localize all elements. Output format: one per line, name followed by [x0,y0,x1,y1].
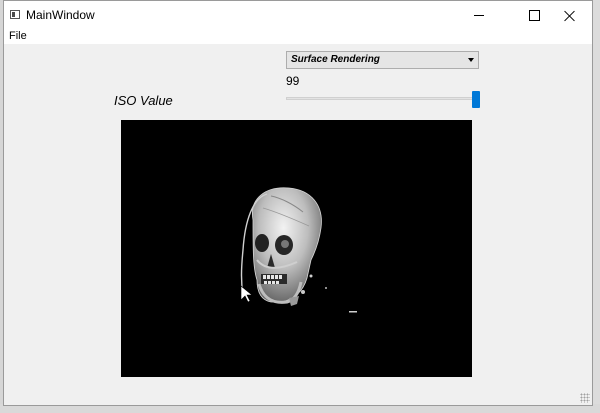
chevron-down-icon [468,58,474,62]
iso-slider[interactable] [286,91,480,108]
window-title: MainWindow [26,8,95,22]
maximize-icon [528,10,540,21]
menu-file[interactable]: File [9,30,27,42]
menu-bar: File [4,30,592,44]
iso-value-label: ISO Value [114,93,173,108]
minimize-icon [474,15,484,16]
minimize-button[interactable] [456,1,502,30]
slider-handle[interactable] [472,91,480,108]
resize-grip[interactable] [580,393,590,403]
skull-render [240,187,357,313]
title-bar[interactable]: MainWindow [4,1,592,30]
slider-groove [286,97,480,100]
iso-value-readout: 99 [286,74,300,88]
close-button[interactable] [547,1,592,30]
close-icon [564,10,576,22]
main-window: MainWindow File Surface Rendering 99 ISO… [3,0,593,406]
render-mode-dropdown[interactable]: Surface Rendering [286,51,479,69]
render-mode-selected: Surface Rendering [291,54,380,65]
app-window-icon [10,10,20,19]
render-viewport[interactable] [121,120,472,377]
